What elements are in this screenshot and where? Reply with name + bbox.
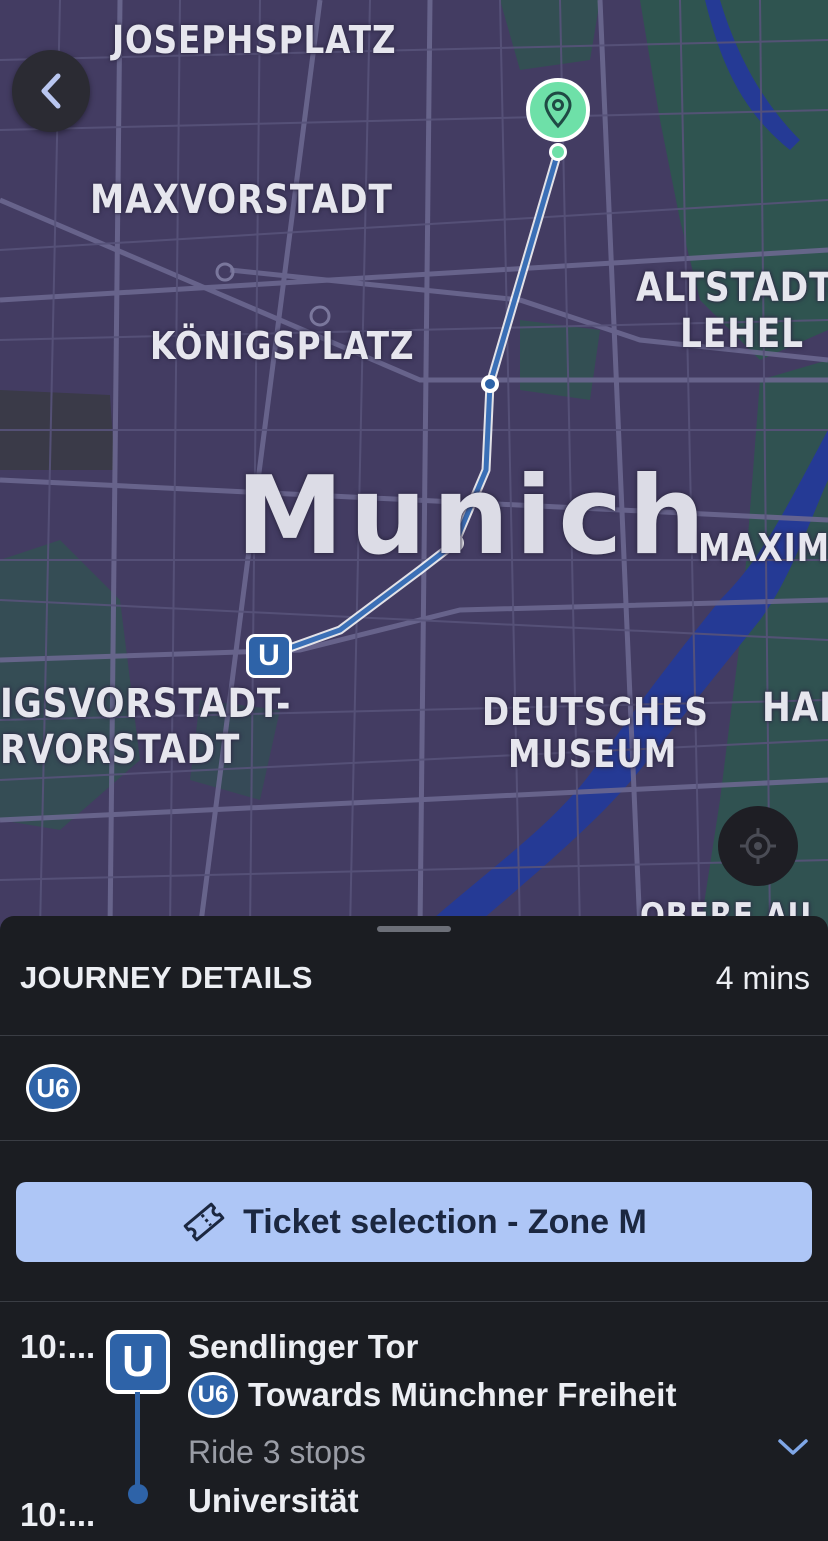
map-city-label: Munich [236,454,712,579]
map-label-maxvorstadt: MAXVORSTADT [90,177,393,223]
origin-subway-marker[interactable]: U [246,634,292,678]
leg-end-dot [128,1484,148,1504]
map-label-museum: MUSEUM [508,732,678,776]
leg-route-line [135,1392,140,1492]
map-label-isarvorstadt: RVORSTADT [0,727,241,773]
journey-details-sheet: JOURNEY DETAILS 4 mins U6 Ticket selecti… [0,916,828,1541]
line-badge-u6: U6 [26,1064,80,1112]
sheet-header: JOURNEY DETAILS 4 mins [0,944,828,1036]
subway-mode-badge: U [106,1330,170,1394]
map-label-ludwigsvorstadt: IGSVORSTADT- [0,681,292,727]
crosshair-icon [740,828,776,864]
map-label-koenigsplatz: KÖNIGSPLATZ [150,324,415,368]
chevron-down-icon[interactable] [776,1436,810,1458]
map-label-deutsches: DEUTSCHES [482,690,709,734]
direction-text: Towards Münchner Freiheit [248,1376,677,1413]
location-pin-icon [544,91,572,129]
locate-me-button[interactable] [718,806,798,886]
map-view[interactable]: JOSEPHSPLATZ MAXVORSTADT KÖNIGSPLATZ ALT… [0,0,828,930]
ticket-selection-button[interactable]: Ticket selection - Zone M [16,1182,812,1262]
journey-duration: 4 mins [715,960,810,996]
line-summary-row: U6 [0,1036,828,1141]
map-label-hai: HAI [762,685,828,731]
map-label-josephsplatz: JOSEPHSPLATZ [112,18,397,62]
direction-row: U6 Towards Münchner Freiheit [188,1372,676,1418]
sheet-title: JOURNEY DETAILS [20,960,313,995]
to-stop-name: Universität [188,1482,359,1519]
ticket-icon [183,1202,225,1242]
ticket-selection-label: Ticket selection - Zone M [243,1202,647,1241]
back-button[interactable] [12,50,90,132]
section-divider [0,1301,828,1302]
arrival-time: 10:... [20,1496,96,1533]
departure-time: 10:... [20,1328,96,1365]
destination-marker[interactable] [526,78,590,142]
map-label-maximi: MAXIMI [698,526,828,570]
ride-stops-info: Ride 3 stops [188,1434,366,1470]
sheet-drag-handle[interactable] [377,926,451,932]
from-stop-name: Sendlinger Tor [188,1328,419,1365]
map-label-altstadt: ALTSTADT- [636,265,828,311]
map-label-lehel: LEHEL [680,311,804,357]
chevron-left-icon [41,73,61,109]
line-badge-u6-small: U6 [188,1372,238,1418]
